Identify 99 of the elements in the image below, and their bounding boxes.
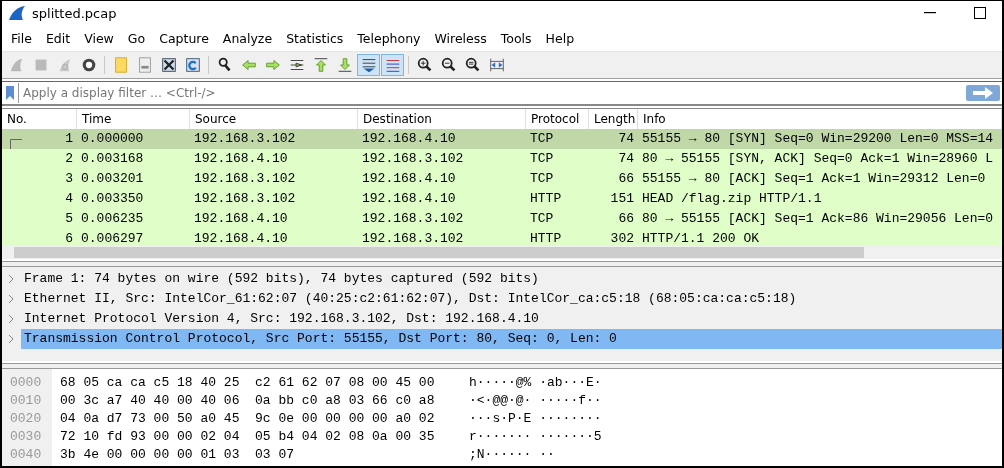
byte-offset: 0020 bbox=[9, 410, 43, 426]
table-cell-text: 74 bbox=[617, 150, 635, 168]
byte-offset: 0010 bbox=[9, 392, 43, 408]
caret-right-icon[interactable] bbox=[7, 334, 15, 344]
right-arrow-icon bbox=[972, 87, 994, 99]
table-cell-text: 0.006235 bbox=[80, 210, 145, 228]
menu-item[interactable]: Capture bbox=[152, 30, 216, 46]
table-cell-text: 6 bbox=[64, 230, 74, 246]
protocol-tree-item[interactable]: Internet Protocol Version 4, Src: 192.168.3.102, Dst: 192.168.4.10 bbox=[21, 309, 1002, 329]
table-cell-text: 192.168.4.10 bbox=[361, 130, 457, 148]
hex-bytes: 00 3c a7 40 40 00 40 06 0a bb c0 a8 03 66 c0 a8 bbox=[59, 392, 436, 408]
table-cell-text: 302 bbox=[609, 230, 635, 246]
apply-filter-button[interactable] bbox=[966, 85, 1000, 101]
ascii-bytes: h·····@% ·ab···E· bbox=[469, 374, 602, 390]
shark-fin-logo-icon bbox=[8, 5, 26, 21]
hex-bytes: 68 05 ca ca c5 18 40 25 c2 61 62 07 08 00 45 00 bbox=[59, 374, 436, 390]
ascii-bytes: ;N······ ·· bbox=[469, 446, 555, 462]
conversation-bracket-icon bbox=[10, 139, 22, 149]
table-cell-text: 80 → 55155 [ACK] Seq=1 Ack=86 Win=29056 Len=0 bbox=[641, 210, 995, 228]
table-cell-text: 192.168.4.10 bbox=[361, 170, 457, 188]
table-cell-text: HTTP bbox=[529, 230, 563, 246]
table-cell-text: TCP bbox=[529, 210, 555, 228]
maximize-icon bbox=[974, 7, 986, 19]
byte-offset: 0040 bbox=[9, 446, 43, 462]
menu-item[interactable]: Tools bbox=[493, 30, 539, 46]
resize-columns-icon bbox=[487, 56, 506, 74]
table-cell-text: 2 bbox=[64, 150, 74, 168]
table-cell-text: HTTP/1.1 200 OK bbox=[641, 230, 761, 246]
table-cell-text: 55155 → 80 [SYN] Seq=0 Win=29200 Len=0 MSS=14 bbox=[641, 130, 995, 148]
hex-bytes: 3b 4e 00 00 00 00 01 03 03 07 bbox=[59, 446, 296, 462]
zoom-reset-icon bbox=[463, 56, 482, 74]
table-cell-text: 192.168.3.102 bbox=[193, 130, 297, 148]
table-cell-text: 4 bbox=[64, 190, 74, 208]
table-cell-text: 192.168.4.10 bbox=[193, 210, 289, 228]
table-cell-text: 55155 → 80 [ACK] Seq=1 Ack=1 Win=29312 Len=0 bbox=[641, 170, 987, 188]
table-cell-text: 66 bbox=[617, 170, 635, 188]
protocol-tree-item[interactable]: Frame 1: 74 bytes on wire (592 bits), 74 bytes captured (592 bits) bbox=[21, 269, 1002, 289]
left-arrow-icon bbox=[239, 56, 258, 74]
byte-offset: 0000 bbox=[9, 374, 43, 390]
ascii-bytes: ·<·@@·@· ·····f·· bbox=[469, 392, 602, 408]
menu-item[interactable]: Analyze bbox=[215, 30, 280, 46]
table-cell-text: 192.168.3.102 bbox=[361, 210, 465, 228]
protocol-tree-item[interactable]: Transmission Control Protocol, Src Port: 55155, Dst Port: 80, Seq: 0, Len: 0 bbox=[21, 329, 1002, 349]
hex-bytes: 72 10 fd 93 00 00 02 04 05 b4 04 02 08 0a 00 35 bbox=[59, 428, 436, 444]
table-cell-text: 192.168.3.102 bbox=[193, 190, 297, 208]
protocol-tree-item[interactable]: Ethernet II, Src: IntelCor_61:62:07 (40:25:c2:61:62:07), Dst: IntelCor_ca:c5:18 (68:05:ca:ca:c5:18) bbox=[21, 289, 1002, 309]
table-cell-text: 74 bbox=[617, 130, 635, 148]
menu-item[interactable]: Go bbox=[120, 30, 153, 46]
right-arrow-icon bbox=[263, 56, 282, 74]
close-file-icon bbox=[159, 56, 178, 74]
zoom-out-icon bbox=[439, 56, 458, 74]
horizontal-scrollbar[interactable] bbox=[2, 246, 1002, 259]
packet-row[interactable]: 4 0.003350 192.168.3.102 192.168.4.10 HTTP 151 HEAD /flag.zip HTTP/1.1 bbox=[2, 189, 1002, 209]
packet-row[interactable]: 6 0.006297 192.168.4.10 192.168.3.102 HTTP 302 HTTP/1.1 200 OK bbox=[2, 229, 1002, 246]
table-cell-text: 0.003168 bbox=[80, 150, 145, 168]
menu-item[interactable]: View bbox=[77, 30, 121, 46]
packet-row[interactable]: 3 0.003201 192.168.3.102 192.168.4.10 TCP 66 55155 → 80 [ACK] Seq=1 Ack=1 Win=29312 Len=0 bbox=[2, 169, 1002, 189]
table-cell-text: 0.006297 bbox=[80, 230, 145, 246]
hex-bytes: 04 0a d7 73 00 50 a0 45 9c 0e 00 00 00 00 a0 02 bbox=[59, 410, 436, 426]
menu-item[interactable]: Help bbox=[538, 30, 582, 46]
ascii-bytes: r······· ·······5 bbox=[469, 428, 602, 444]
menu-item[interactable]: Telephony bbox=[350, 30, 428, 46]
table-cell-text: 0.000000 bbox=[80, 130, 145, 148]
table-cell-text: 0.003350 bbox=[80, 190, 145, 208]
packet-row[interactable]: 1 0.000000 192.168.3.102 192.168.4.10 TCP 74 55155 → 80 [SYN] Seq=0 Win=29200 Len=0 MSS=14 bbox=[2, 129, 1002, 149]
table-cell-text: 80 → 55155 [SYN, ACK] Seq=0 Ack=1 Win=28960 L bbox=[641, 150, 995, 168]
minimize-icon bbox=[924, 12, 936, 14]
reload-icon bbox=[183, 56, 202, 74]
table-cell-text: TCP bbox=[529, 170, 555, 188]
table-cell-text: 192.168.3.102 bbox=[361, 150, 465, 168]
table-cell-text: HEAD /flag.zip HTTP/1.1 bbox=[641, 190, 823, 208]
packet-row[interactable]: 5 0.006235 192.168.4.10 192.168.3.102 TCP 66 80 → 55155 [ACK] Seq=1 Ack=86 Win=29056 Len=0 bbox=[2, 209, 1002, 229]
table-cell-text: 66 bbox=[617, 210, 635, 228]
table-cell-text: 151 bbox=[609, 190, 635, 208]
window-title: splitted.pcap bbox=[32, 5, 118, 21]
table-cell-text: HTTP bbox=[529, 190, 563, 208]
table-cell-text: 0.003201 bbox=[80, 170, 145, 188]
table-cell-text: 5 bbox=[64, 210, 74, 228]
menu-item[interactable]: Statistics bbox=[279, 30, 351, 46]
table-cell-text: 192.168.3.102 bbox=[361, 230, 465, 246]
table-cell-text: 192.168.4.10 bbox=[361, 190, 457, 208]
menu-item[interactable]: Wireless bbox=[427, 30, 494, 46]
bookmark-icon bbox=[6, 86, 14, 100]
table-cell-text: 1 bbox=[64, 130, 74, 148]
table-cell-text: 192.168.4.10 bbox=[193, 150, 289, 168]
table-cell-text: 3 bbox=[64, 170, 74, 188]
ascii-bytes: ···s·P·E ········ bbox=[469, 410, 602, 426]
menu-item[interactable]: Edit bbox=[38, 30, 78, 46]
table-cell-text: 192.168.3.102 bbox=[193, 170, 297, 188]
table-cell-text: TCP bbox=[529, 150, 555, 168]
caret-right-icon[interactable] bbox=[7, 314, 15, 324]
menu-item[interactable]: File bbox=[4, 30, 39, 46]
table-cell-text: 192.168.4.10 bbox=[193, 230, 289, 246]
caret-right-icon[interactable] bbox=[7, 294, 15, 304]
packet-row[interactable]: 2 0.003168 192.168.4.10 192.168.3.102 TCP 74 80 → 55155 [SYN, ACK] Seq=0 Ack=1 Win=28960 L bbox=[2, 149, 1002, 169]
caret-right-icon[interactable] bbox=[7, 274, 15, 284]
table-cell-text: TCP bbox=[529, 130, 555, 148]
zoom-in-icon bbox=[415, 56, 434, 74]
byte-offset: 0030 bbox=[9, 428, 43, 444]
